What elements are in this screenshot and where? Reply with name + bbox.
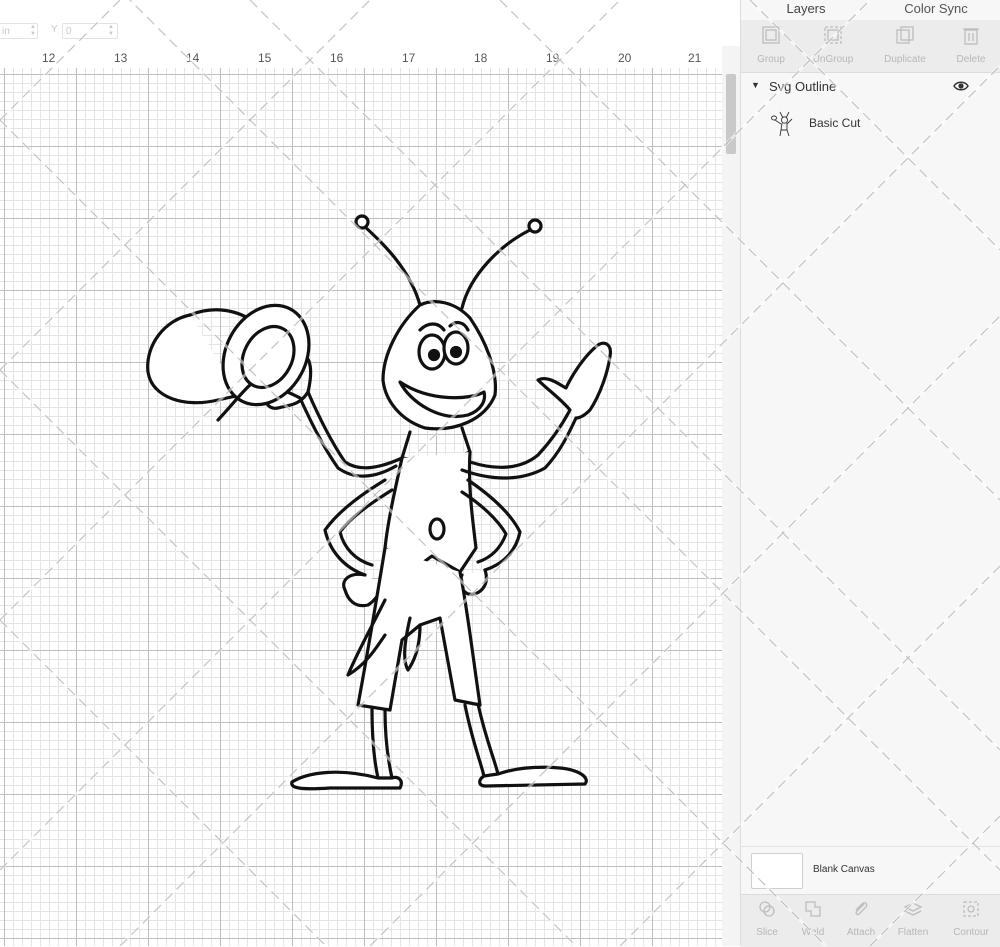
expand-caret-icon[interactable]: ▼ [751,80,760,90]
ruler-label: 20 [618,51,632,65]
weld-button[interactable]: Weld [787,899,839,938]
tab-layers[interactable]: Layers [741,0,871,22]
y-position-stepper[interactable]: ▲ ▼ [108,24,114,38]
design-canvas[interactable] [0,68,722,946]
duplicate-label: Duplicate [884,54,926,65]
ruler-label: 19 [546,51,560,65]
weld-icon [805,901,821,917]
ruler-label: 14 [186,51,200,65]
blank-canvas-swatch[interactable] [751,853,803,889]
group-icon [762,26,780,44]
ungroup-label: UnGroup [812,54,854,65]
contour-label: Contour [953,927,989,938]
horizontal-ruler: 12 13 14 15 16 17 18 19 20 21 [0,46,722,69]
ungroup-button[interactable]: UnGroup [803,24,863,65]
attach-button[interactable]: Attach [835,899,887,938]
attach-label: Attach [846,927,876,938]
x-position-value: in [2,26,10,37]
weld-label: Weld [801,927,825,938]
layers-bottom-toolbar: Slice Weld Attach Flatten Contour [741,894,1000,947]
contour-icon [963,901,979,917]
y-position-value: 0 [66,26,72,37]
vertical-scrollbar[interactable] [722,46,740,946]
flatten-button[interactable]: Flatten [887,899,939,938]
slice-label: Slice [756,927,778,938]
x-position-stepper[interactable]: ▲ ▼ [30,24,36,38]
blank-canvas-row[interactable]: Blank Canvas [741,846,1000,893]
layer-item[interactable]: Basic Cut [741,104,1000,142]
flatten-label: Flatten [897,927,929,938]
layer-thumbnail [771,111,793,137]
ruler-label: 12 [42,51,56,65]
layers-actions-toolbar: Group UnGroup Duplicate Delete [741,20,1000,73]
slice-icon [759,901,775,917]
ungroup-icon [824,26,842,44]
group-label: Group [757,54,785,65]
ruler-label: 18 [474,51,488,65]
ruler-label: 16 [330,51,344,65]
delete-icon [963,28,979,45]
ruler-label: 21 [688,51,702,65]
delete-button[interactable]: Delete [941,24,1000,65]
ruler-label: 15 [258,51,272,65]
layer-group-row[interactable]: ▼ Svg Outline [741,76,1000,98]
layer-group-name: Svg Outline [769,79,837,94]
ruler-label: 17 [402,51,416,65]
blank-canvas-label: Blank Canvas [813,864,875,875]
duplicate-icon [896,26,914,44]
top-toolbar: in ▲ ▼ Y 0 ▲ ▼ [0,0,740,46]
eye-icon[interactable] [953,80,969,92]
contour-button[interactable]: Contour [945,899,997,938]
attach-icon [855,902,868,916]
y-position-label: Y [51,24,58,35]
layers-panel: Layers Color Sync Group UnGroup Duplicat… [740,0,1000,947]
duplicate-button[interactable]: Duplicate [875,24,935,65]
delete-label: Delete [956,54,986,65]
ruler-label: 13 [114,51,128,65]
tab-color-sync[interactable]: Color Sync [871,0,1000,20]
group-button[interactable]: Group [741,24,801,65]
vertical-scrollbar-thumb[interactable] [726,74,736,154]
layer-name: Basic Cut [809,116,861,130]
slice-button[interactable]: Slice [741,899,793,938]
cricket-svg-design[interactable] [0,68,722,946]
flatten-icon [903,902,923,916]
